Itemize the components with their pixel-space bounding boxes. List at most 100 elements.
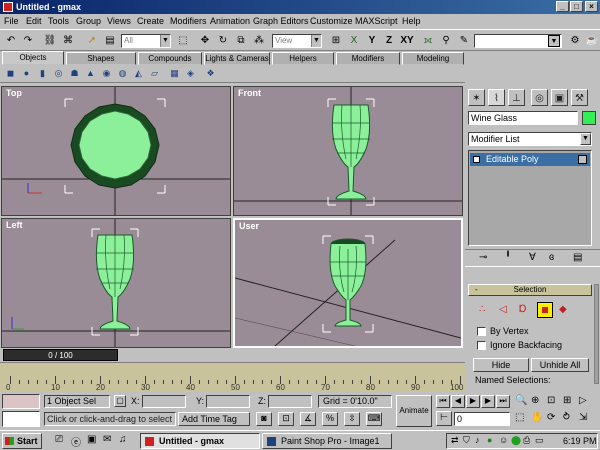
- menu-maxscript[interactable]: MAXScript: [355, 14, 398, 29]
- spinner-snap-icon[interactable]: ⇳: [344, 412, 360, 426]
- tray-antivirus-icon[interactable]: ⛉: [463, 435, 470, 446]
- percent-snap-icon[interactable]: %: [322, 412, 338, 426]
- menu-tools[interactable]: Tools: [48, 14, 69, 29]
- tray-update-icon[interactable]: ⬤: [511, 435, 521, 446]
- unhide-all-button[interactable]: Unhide All: [531, 358, 589, 372]
- start-button[interactable]: Start: [2, 433, 42, 449]
- axis-constraint-xy-button[interactable]: XY: [398, 33, 416, 49]
- snap-icon[interactable]: ⁂: [251, 33, 267, 49]
- pivot-icon[interactable]: ⊞: [328, 33, 344, 49]
- walkthrough-icon[interactable]: ◙: [256, 412, 272, 426]
- stack-item-toggle-icon[interactable]: [578, 155, 587, 164]
- tube-icon[interactable]: ◍: [116, 67, 129, 80]
- tab-shapes[interactable]: Shapes: [66, 52, 136, 65]
- geosphere-icon[interactable]: ◉: [100, 67, 113, 80]
- taskbar-item-paint-shop-pro[interactable]: Paint Shop Pro - Image1: [262, 433, 392, 449]
- named-selection-icon[interactable]: ✎: [456, 33, 472, 49]
- reference-coord-select[interactable]: View ▼: [272, 34, 322, 48]
- sphere-icon[interactable]: ●: [20, 67, 33, 80]
- menu-views[interactable]: Views: [107, 14, 131, 29]
- next-frame-icon[interactable]: ▶: [481, 395, 495, 408]
- maximize-button[interactable]: □: [570, 1, 583, 12]
- arc-rotate-selected-icon[interactable]: ⥁: [563, 412, 570, 423]
- make-unique-icon[interactable]: ∀: [529, 252, 536, 263]
- polygon-level-icon[interactable]: [537, 302, 553, 318]
- time-slider[interactable]: 0 / 100: [3, 349, 118, 361]
- expand-icon[interactable]: [473, 156, 480, 163]
- close-button[interactable]: ×: [585, 1, 598, 12]
- select-object-icon[interactable]: ➚: [84, 33, 100, 49]
- viewport-left[interactable]: Left: [1, 218, 231, 348]
- cone-icon[interactable]: ▲: [84, 67, 97, 80]
- current-frame-field[interactable]: 0: [454, 412, 510, 426]
- select-link-icon[interactable]: ⛓: [42, 33, 58, 49]
- add-time-tag-button[interactable]: Add Time Tag: [178, 412, 250, 426]
- max-script-listener-top[interactable]: [2, 394, 40, 409]
- mirror-icon[interactable]: ⟗: [420, 33, 436, 49]
- go-to-end-icon[interactable]: ⏭: [496, 395, 510, 408]
- email-icon[interactable]: ✉: [103, 434, 111, 445]
- cylinder-icon[interactable]: ▮: [36, 67, 49, 80]
- media-icon[interactable]: ♫: [119, 434, 127, 445]
- menu-modifiers[interactable]: Modifiers: [170, 14, 207, 29]
- configure-modifier-sets-icon[interactable]: ▤: [573, 252, 582, 263]
- move-icon[interactable]: ✥: [197, 33, 213, 49]
- named-selection-set-select[interactable]: ▼: [474, 34, 562, 48]
- select-by-name-icon[interactable]: ▤: [102, 33, 118, 49]
- max-script-listener-bottom[interactable]: [2, 411, 40, 427]
- tray-network-icon[interactable]: ⇄: [451, 435, 459, 446]
- animate-button[interactable]: Animate: [396, 395, 432, 427]
- modifier-list-select[interactable]: Modifier List ▼: [468, 132, 592, 146]
- hierarchy-panel-icon[interactable]: ⊥: [508, 89, 525, 106]
- menu-group[interactable]: Group: [76, 14, 101, 29]
- keyboard-shortcut-icon[interactable]: ⌨: [366, 412, 382, 426]
- pan-icon[interactable]: ✋: [531, 412, 543, 423]
- menu-file[interactable]: File: [4, 14, 19, 29]
- border-level-icon[interactable]: Ɒ: [519, 304, 527, 315]
- previous-frame-icon[interactable]: ◀: [451, 395, 465, 408]
- rotate-icon[interactable]: ↻: [215, 33, 231, 49]
- show-desktop-icon[interactable]: ⎚: [55, 434, 63, 445]
- play-icon[interactable]: ▶: [466, 395, 480, 408]
- selection-rollout-header[interactable]: - Selection: [468, 284, 592, 296]
- utilities-panel-icon[interactable]: ⚒: [571, 89, 588, 106]
- unlink-icon[interactable]: ⌘: [60, 33, 76, 49]
- x-coord-field[interactable]: [142, 395, 186, 408]
- tray-volume-icon[interactable]: ♪: [475, 435, 480, 445]
- y-coord-field[interactable]: [206, 395, 250, 408]
- tab-helpers[interactable]: Helpers: [272, 52, 334, 65]
- remove-modifier-icon[interactable]: ɞ: [549, 252, 554, 263]
- cone-grid-icon[interactable]: ◈: [184, 67, 197, 80]
- region-zoom-icon[interactable]: ⬚: [515, 412, 524, 423]
- modifier-stack-list[interactable]: Editable Poly: [468, 150, 592, 246]
- modify-panel-icon[interactable]: ⌇: [488, 89, 505, 106]
- menu-help[interactable]: Help: [402, 14, 421, 29]
- pin-stack-icon[interactable]: ⊸: [479, 252, 487, 263]
- angle-snap-icon[interactable]: ∡: [300, 412, 316, 426]
- redo-icon[interactable]: ↷: [20, 33, 36, 49]
- axis-constraint-y-button[interactable]: Y: [364, 33, 380, 49]
- selection-filter-select[interactable]: All ▼: [121, 34, 171, 48]
- zoom-extents-all-icon[interactable]: ⊞: [563, 395, 571, 406]
- element-level-icon[interactable]: ◆: [559, 304, 567, 315]
- menu-customize[interactable]: Customize: [310, 14, 353, 29]
- box-grid-icon[interactable]: ▦: [168, 67, 181, 80]
- arc-rotate-icon[interactable]: ⟳: [547, 412, 555, 423]
- minimize-button[interactable]: _: [556, 1, 569, 12]
- tray-display-icon[interactable]: ▭: [535, 435, 544, 446]
- axis-constraint-x-button[interactable]: X: [346, 33, 362, 49]
- vertex-level-icon[interactable]: ∴: [479, 304, 485, 315]
- region-select-icon[interactable]: ⬚: [175, 33, 191, 49]
- zoom-extents-icon[interactable]: ⊡: [547, 395, 555, 406]
- tray-messenger-icon[interactable]: ☺: [499, 435, 508, 445]
- taskbar-item-gmax[interactable]: Untitled - gmax: [140, 433, 260, 449]
- tray-printer-icon[interactable]: ⎙: [523, 435, 530, 446]
- browser-icon[interactable]: ⓔ: [71, 434, 81, 449]
- by-vertex-checkbox[interactable]: By Vertex: [477, 326, 529, 337]
- create-panel-icon[interactable]: ✶: [468, 89, 485, 106]
- box-icon[interactable]: ◼: [4, 67, 17, 80]
- motion-panel-icon[interactable]: ◎: [531, 89, 548, 106]
- hide-button[interactable]: Hide: [473, 358, 529, 372]
- checkbox-box[interactable]: [477, 327, 486, 337]
- menu-animation[interactable]: Animation: [210, 14, 250, 29]
